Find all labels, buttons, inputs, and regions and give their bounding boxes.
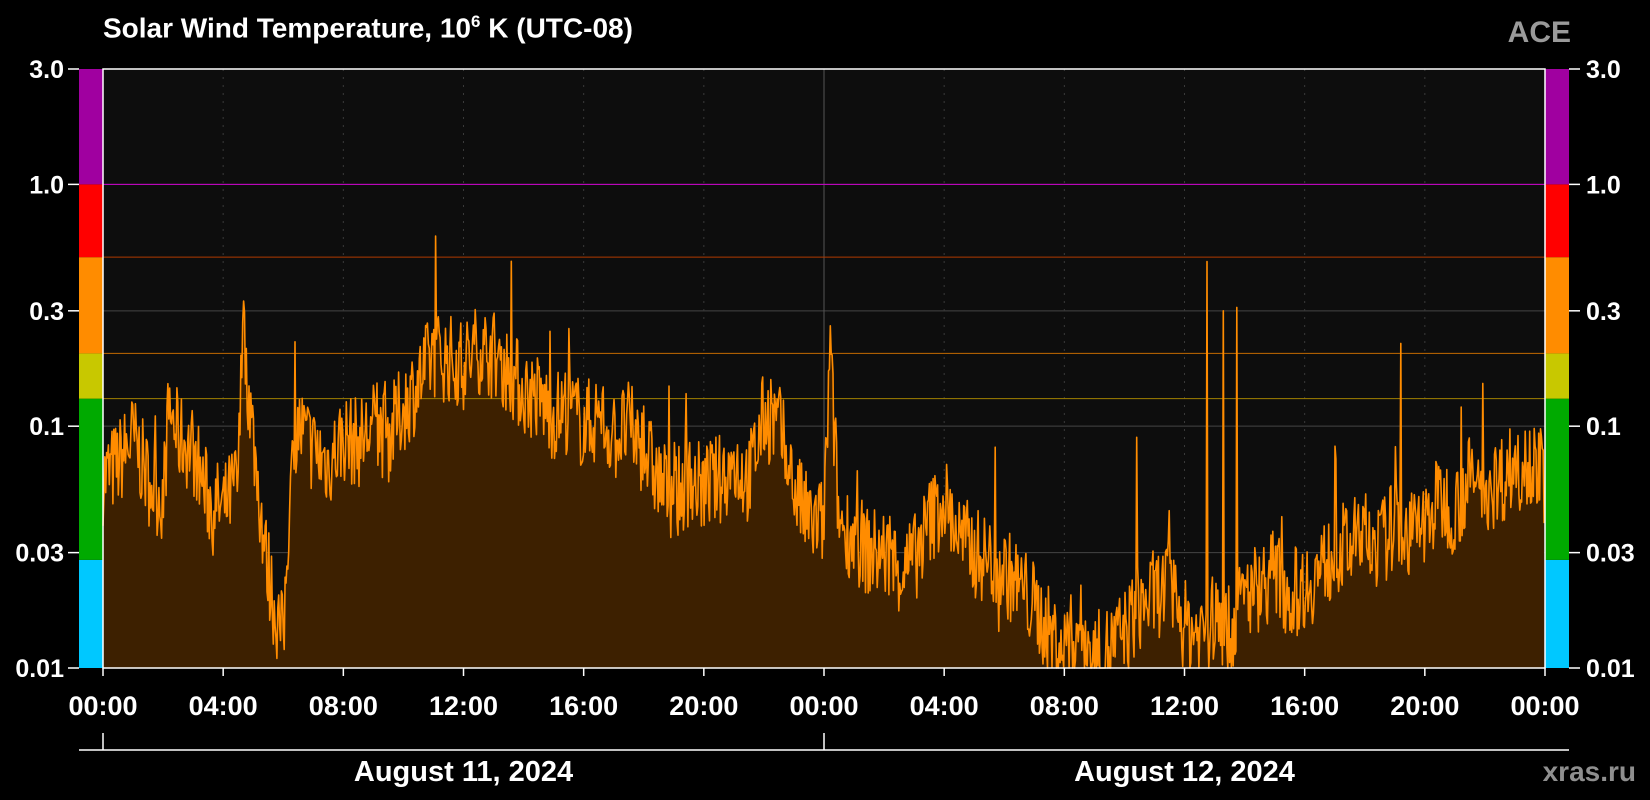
scale-band-left	[79, 257, 103, 354]
scale-band-right	[1545, 559, 1569, 668]
y-tick-label-left: 0.03	[15, 540, 64, 568]
x-tick-label: 12:00	[1150, 691, 1219, 721]
x-tick-label: 20:00	[669, 691, 738, 721]
scale-band-right	[1545, 184, 1569, 258]
x-tick-label: 04:00	[910, 691, 979, 721]
scale-band-right	[1545, 353, 1569, 399]
x-tick-label: 20:00	[1390, 691, 1459, 721]
x-tick-label: 16:00	[549, 691, 618, 721]
y-tick-label-left: 3.0	[29, 56, 64, 84]
y-tick-label-right: 1.0	[1586, 171, 1621, 199]
x-tick-label: 12:00	[429, 691, 498, 721]
temperature-chart: 0.01 0.01 0.03 0.03 0.1 0.1 0.3 0.3 1.0 1.0 3.0 3.0…	[15, 56, 1635, 788]
y-tick-label-left: 1.0	[29, 171, 64, 199]
x-tick-label: 16:00	[1270, 691, 1339, 721]
y-tick-label-right: 0.3	[1586, 298, 1621, 326]
y-tick-label-left: 0.3	[29, 298, 64, 326]
scale-band-right	[1545, 69, 1569, 185]
x-tick-label: 00:00	[1510, 691, 1579, 721]
y-tick-label-right: 0.01	[1586, 655, 1635, 683]
x-tick-label: 04:00	[189, 691, 258, 721]
y-tick-label-right: 0.03	[1586, 540, 1635, 568]
scale-band-left	[79, 353, 103, 399]
y-tick-label-left: 0.1	[29, 413, 64, 441]
scale-band-left	[79, 69, 103, 185]
scale-band-left	[79, 559, 103, 668]
date-label: August 11, 2024	[354, 756, 573, 788]
date-label: August 12, 2024	[1074, 756, 1295, 788]
scale-band-left	[79, 184, 103, 258]
x-tick-label: 00:00	[789, 691, 858, 721]
x-tick-label: 00:00	[68, 691, 137, 721]
x-tick-label: 08:00	[1030, 691, 1099, 721]
scale-band-left	[79, 398, 103, 560]
y-tick-label-left: 0.01	[15, 655, 64, 683]
y-tick-label-right: 0.1	[1586, 413, 1621, 441]
scale-band-right	[1545, 398, 1569, 560]
y-tick-label-right: 3.0	[1586, 56, 1621, 84]
x-tick-label: 08:00	[309, 691, 378, 721]
scale-band-right	[1545, 257, 1569, 354]
